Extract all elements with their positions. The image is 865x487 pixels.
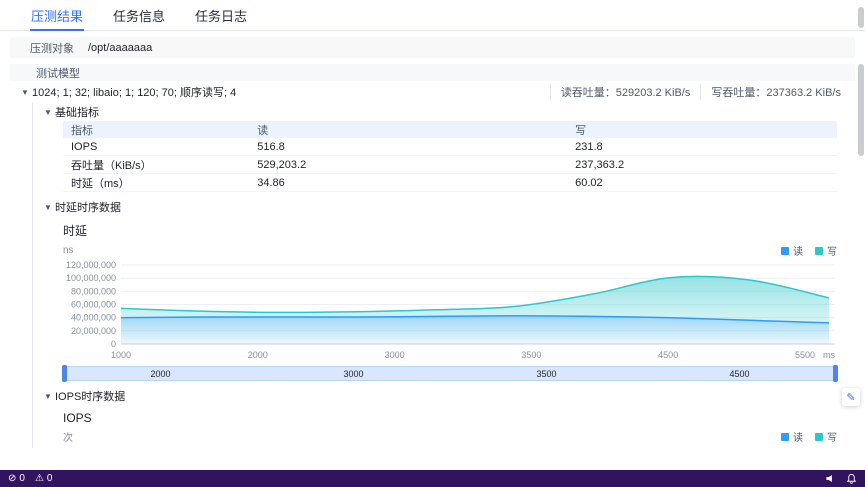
- datazoom-slider[interactable]: 2000 3000 3500 4500: [62, 365, 838, 382]
- iops-legend: 读 写: [781, 429, 837, 444]
- model-row[interactable]: ▼ 1024; 1; 32; libaio; 1; 120; 70; 顺序读写;…: [10, 81, 855, 103]
- svg-text:1000: 1000: [111, 350, 131, 360]
- svg-text:120,000,000: 120,000,000: [66, 260, 116, 270]
- status-right-icons: [825, 473, 857, 484]
- svg-text:0: 0: [111, 339, 116, 349]
- slider-handle-right[interactable]: [833, 365, 838, 382]
- target-value: /opt/aaaaaaa: [88, 41, 153, 54]
- read-swatch-icon: [781, 432, 789, 441]
- basic-metrics-head[interactable]: ▼ 基础指标: [33, 103, 855, 121]
- latency-chart-svg: 0 20,000,000 40,000,000 60,000,000 80,000,00…: [66, 260, 836, 360]
- bell-icon[interactable]: [846, 473, 857, 484]
- col-metric: 指标: [63, 121, 250, 138]
- caret-down-icon[interactable]: ▼: [41, 392, 55, 401]
- target-label: 压测对象: [30, 42, 74, 55]
- legend-read[interactable]: 读: [781, 429, 803, 444]
- iops-section-head[interactable]: ▼ IOPS时序数据: [33, 387, 855, 405]
- svg-text:80,000,000: 80,000,000: [71, 286, 116, 296]
- write-swatch-icon: [815, 432, 823, 441]
- error-counter[interactable]: ⊘ 0: [8, 473, 25, 484]
- col-write: 写: [567, 121, 837, 138]
- legend-write[interactable]: 写: [815, 243, 837, 258]
- feedback-edit-button[interactable]: ✎: [842, 388, 860, 406]
- warning-icon: ⚠: [34, 472, 44, 484]
- svg-text:3500: 3500: [521, 350, 541, 360]
- slider-handle-left[interactable]: [62, 365, 67, 382]
- latency-y-unit: ns: [63, 245, 74, 256]
- tab-task-info[interactable]: 任务信息: [98, 0, 180, 30]
- tab-task-log[interactable]: 任务日志: [180, 0, 262, 30]
- caret-down-icon[interactable]: ▼: [41, 108, 55, 117]
- scrollbar-thumb-top[interactable]: [858, 7, 864, 28]
- svg-text:5500: 5500: [795, 350, 815, 360]
- write-throughput: 写吞吐量：237363.2 KiB/s: [700, 84, 851, 100]
- app-root: 压测结果 任务信息 任务日志 压测对象 /opt/aaaaaaa 测试模型 ▼ …: [0, 0, 865, 487]
- table-header-row: 指标 读 写: [63, 121, 837, 138]
- svg-text:60,000,000: 60,000,000: [71, 300, 116, 310]
- model-section-title: 测试模型: [36, 67, 80, 80]
- scrollbar-thumb-main[interactable]: [858, 64, 864, 156]
- table-row: 时延（ms） 34.86 60.02: [63, 173, 837, 192]
- caret-down-icon[interactable]: ▼: [41, 203, 55, 212]
- model-params: 1024; 1; 32; libaio; 1; 120; 70; 顺序读写; 4: [32, 87, 237, 99]
- latency-chart-title: 时延: [63, 224, 88, 238]
- model-section-header: 测试模型: [10, 64, 855, 81]
- table-row: IOPS 516.8 231.8: [63, 138, 837, 156]
- basic-metrics-title: 基础指标: [55, 107, 99, 119]
- edit-icon: ✎: [846, 391, 856, 404]
- tab-stress-result[interactable]: 压测结果: [16, 0, 98, 31]
- write-swatch-icon: [815, 246, 823, 255]
- iops-chart-block: IOPS 次 读 写: [63, 411, 837, 444]
- iops-y-unit: 次: [63, 433, 73, 444]
- iops-section-title: IOPS时序数据: [55, 391, 126, 403]
- svg-text:40,000,000: 40,000,000: [71, 313, 116, 323]
- latency-legend: 读 写: [781, 243, 837, 258]
- read-swatch-icon: [781, 246, 789, 255]
- megaphone-icon[interactable]: [825, 473, 836, 484]
- latency-chart-block: 时延 ns 读 写 0 20,000,000 40,000,000 60,000…: [62, 222, 838, 382]
- col-read: 读: [249, 121, 568, 138]
- model-throughput: 读吞吐量：529203.2 KiB/s 写吞吐量：237363.2 KiB/s: [549, 84, 851, 100]
- svg-text:3000: 3000: [385, 350, 405, 360]
- legend-write[interactable]: 写: [815, 429, 837, 444]
- svg-text:20,000,000: 20,000,000: [71, 326, 116, 336]
- status-bar: ⊘ 0 ⚠ 0: [0, 470, 865, 487]
- svg-text:100,000,000: 100,000,000: [66, 273, 116, 283]
- svg-text:2000: 2000: [248, 350, 268, 360]
- target-row: 压测对象 /opt/aaaaaaa: [10, 37, 855, 58]
- legend-read[interactable]: 读: [781, 243, 803, 258]
- status-counters: ⊘ 0 ⚠ 0: [8, 473, 52, 484]
- svg-text:ms: ms: [823, 350, 835, 360]
- tabbar: 压测结果 任务信息 任务日志: [0, 0, 865, 31]
- latency-section-title: 时延时序数据: [55, 202, 121, 214]
- warning-counter[interactable]: ⚠ 0: [35, 473, 53, 484]
- slider-labels: 2000 3000 3500 4500: [150, 368, 750, 379]
- model-detail: ▼ 基础指标 指标 读 写 IOPS 516.8 231.8 吞吐量（KiB/s…: [32, 103, 855, 448]
- table-row: 吞吐量（KiB/s） 529,203.2 237,363.2: [63, 155, 837, 174]
- results-panel: 测试模型 ▼ 1024; 1; 32; libaio; 1; 120; 70; …: [10, 64, 855, 468]
- iops-chart-title: IOPS: [63, 411, 92, 425]
- error-circle-icon: ⊘: [8, 472, 17, 484]
- latency-section-head[interactable]: ▼ 时延时序数据: [33, 198, 855, 216]
- caret-down-icon[interactable]: ▼: [18, 88, 32, 97]
- basic-metrics-table: 指标 读 写 IOPS 516.8 231.8 吞吐量（KiB/s） 529,2…: [63, 121, 837, 192]
- read-throughput: 读吞吐量：529203.2 KiB/s: [549, 84, 701, 100]
- svg-text:4500: 4500: [658, 350, 678, 360]
